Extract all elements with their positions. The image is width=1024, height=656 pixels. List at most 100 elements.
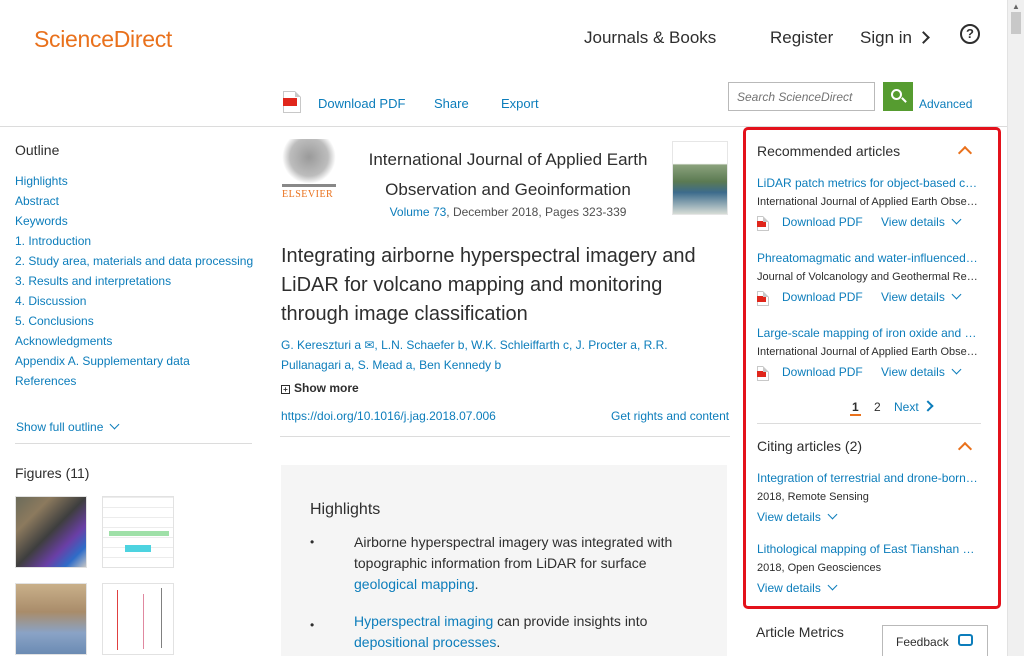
- flowchart-highlight: [125, 545, 151, 552]
- search-icon-handle: [901, 97, 907, 103]
- view-details-label: View details: [881, 365, 945, 379]
- download-pdf-link[interactable]: Download PDF: [318, 96, 405, 111]
- highlights-title: Highlights: [310, 501, 381, 518]
- collapse-chevron-up-icon[interactable]: [957, 441, 973, 457]
- article-title: Integrating airborne hyperspectral image…: [281, 245, 696, 325]
- view-details-link[interactable]: View details: [881, 214, 962, 229]
- highlight-text: Airborne hyperspectral imagery was integ…: [354, 534, 673, 571]
- doi-link[interactable]: https://doi.org/10.1016/j.jag.2018.07.00…: [281, 409, 496, 423]
- outline-item-appendix[interactable]: Appendix A. Supplementary data: [15, 354, 260, 374]
- download-pdf-link[interactable]: Download PDF: [782, 365, 863, 379]
- share-link[interactable]: Share: [434, 96, 469, 111]
- download-pdf-link[interactable]: Download PDF: [782, 290, 863, 304]
- highlight-item: Hyperspectral imaging can provide insigh…: [354, 611, 704, 653]
- chevron-down-icon: [827, 509, 838, 520]
- authors-line[interactable]: G. Kereszturi a ✉, L.N. Schaefer b, W.K.…: [281, 335, 701, 355]
- highlight-text-end: .: [496, 634, 501, 650]
- recommended-articles-title: Recommended articles: [757, 143, 901, 159]
- advanced-search-link[interactable]: Advanced: [919, 97, 972, 111]
- view-details-link[interactable]: View details: [881, 364, 962, 379]
- authors-line[interactable]: Pullanagari a, S. Mead a, Ben Kennedy b: [281, 355, 701, 375]
- search-button[interactable]: [883, 82, 913, 111]
- recommended-article-title[interactable]: LiDAR patch metrics for object-based clu…: [757, 176, 979, 190]
- figure-thumbnail[interactable]: [102, 583, 174, 655]
- outline-item-references[interactable]: References: [15, 374, 260, 394]
- export-link[interactable]: Export: [501, 96, 539, 111]
- figure-thumbnail[interactable]: [102, 496, 174, 568]
- view-details-link[interactable]: View details: [881, 289, 962, 304]
- outline-item-conclusions[interactable]: 5. Conclusions: [15, 314, 260, 334]
- view-details-link[interactable]: View details: [757, 509, 838, 524]
- pager-page-2[interactable]: 2: [874, 400, 881, 414]
- speech-bubble-icon: [958, 634, 973, 646]
- register-link[interactable]: Register: [770, 28, 833, 48]
- pdf-icon[interactable]: [757, 291, 769, 306]
- pager-page-1[interactable]: 1: [850, 400, 861, 416]
- recommended-article-journal: International Journal of Applied Earth O…: [757, 196, 979, 208]
- show-full-outline-label: Show full outline: [16, 420, 104, 434]
- sciencedirect-logo[interactable]: ScienceDirect: [34, 26, 172, 53]
- figure-thumbnail[interactable]: [15, 496, 87, 568]
- volume-link[interactable]: Volume 73: [390, 205, 447, 219]
- feedback-button[interactable]: Feedback: [882, 625, 988, 656]
- show-more-label: Show more: [294, 381, 359, 395]
- elsevier-logo-text: ELSEVIER: [282, 189, 334, 200]
- chevron-right-icon: [922, 400, 934, 412]
- outline-item-abstract[interactable]: Abstract: [15, 194, 260, 214]
- collapse-chevron-up-icon[interactable]: [957, 145, 973, 161]
- citing-article-title[interactable]: Lithological mapping of East Tianshan ar…: [757, 542, 979, 556]
- pdf-icon-shape: [757, 366, 769, 381]
- view-details-link[interactable]: View details: [757, 580, 838, 595]
- scroll-up-arrow-icon[interactable]: ▲: [1012, 2, 1020, 11]
- search-input[interactable]: Search ScienceDirect: [728, 82, 875, 111]
- figure-thumbnail[interactable]: [15, 583, 87, 655]
- sign-in-link[interactable]: Sign in: [860, 28, 930, 48]
- pager-next-label: Next: [894, 400, 919, 414]
- journals-books-link[interactable]: Journals & Books: [584, 28, 716, 48]
- citing-article-meta: 2018, Remote Sensing: [757, 491, 869, 503]
- rights-link[interactable]: Get rights and content: [611, 409, 729, 423]
- highlight-item: Airborne hyperspectral imagery was integ…: [354, 532, 704, 595]
- outline-item-keywords[interactable]: Keywords: [15, 214, 260, 234]
- citing-article-meta: 2018, Open Geosciences: [757, 562, 882, 574]
- citing-article-title[interactable]: Integration of terrestrial and drone-bor…: [757, 471, 979, 485]
- view-details-label: View details: [757, 510, 821, 524]
- journal-title-line2: Observation and Geoinformation: [385, 180, 631, 199]
- divider: [757, 423, 981, 424]
- plus-icon: +: [281, 385, 290, 394]
- outline-item-study-area[interactable]: 2. Study area, materials and data proces…: [15, 254, 260, 274]
- depositional-processes-link[interactable]: depositional processes: [354, 634, 496, 650]
- recommended-article-journal: International Journal of Applied Earth O…: [757, 346, 979, 358]
- related-articles-panel: Recommended articles LiDAR patch metrics…: [743, 127, 1001, 609]
- scroll-thumb[interactable]: [1011, 12, 1021, 34]
- vertical-scrollbar[interactable]: ▲: [1007, 0, 1024, 656]
- show-full-outline-button[interactable]: Show full outline: [16, 419, 120, 434]
- outline-item-introduction[interactable]: 1. Introduction: [15, 234, 260, 254]
- outline-title: Outline: [15, 142, 60, 158]
- pdf-icon[interactable]: [757, 216, 769, 231]
- help-icon[interactable]: ?: [960, 24, 980, 44]
- hyperspectral-imaging-link[interactable]: Hyperspectral imaging: [354, 613, 493, 629]
- figures-title: Figures (11): [15, 465, 90, 481]
- author-list[interactable]: G. Kereszturi a ✉, L.N. Schaefer b, W.K.…: [281, 335, 701, 375]
- outline-item-acknowledgments[interactable]: Acknowledgments: [15, 334, 260, 354]
- outline-item-highlights[interactable]: Highlights: [15, 174, 260, 194]
- journal-title[interactable]: International Journal of Applied Earth O…: [348, 145, 668, 205]
- pdf-icon[interactable]: [283, 91, 301, 113]
- recommended-article-title[interactable]: Phreatomagmatic and water-influenced Str…: [757, 251, 979, 265]
- show-more-button[interactable]: + Show more: [281, 381, 359, 395]
- pager-next[interactable]: Next: [894, 400, 934, 414]
- journal-cover-image[interactable]: [672, 141, 728, 215]
- elsevier-tree-logo[interactable]: [282, 139, 336, 187]
- download-pdf-link[interactable]: Download PDF: [782, 215, 863, 229]
- geological-mapping-link[interactable]: geological mapping: [354, 576, 475, 592]
- article-metrics-title: Article Metrics: [756, 624, 844, 640]
- recommended-article-title[interactable]: Large-scale mapping of iron oxide and hy…: [757, 326, 979, 340]
- chevron-down-icon: [951, 214, 962, 225]
- outline-item-results[interactable]: 3. Results and interpretations: [15, 274, 260, 294]
- chevron-down-icon: [827, 580, 838, 591]
- bullet-icon: •: [310, 535, 315, 549]
- pdf-icon[interactable]: [757, 366, 769, 381]
- recommended-article-journal: Journal of Volcanology and Geothermal Re…: [757, 271, 979, 283]
- outline-item-discussion[interactable]: 4. Discussion: [15, 294, 260, 314]
